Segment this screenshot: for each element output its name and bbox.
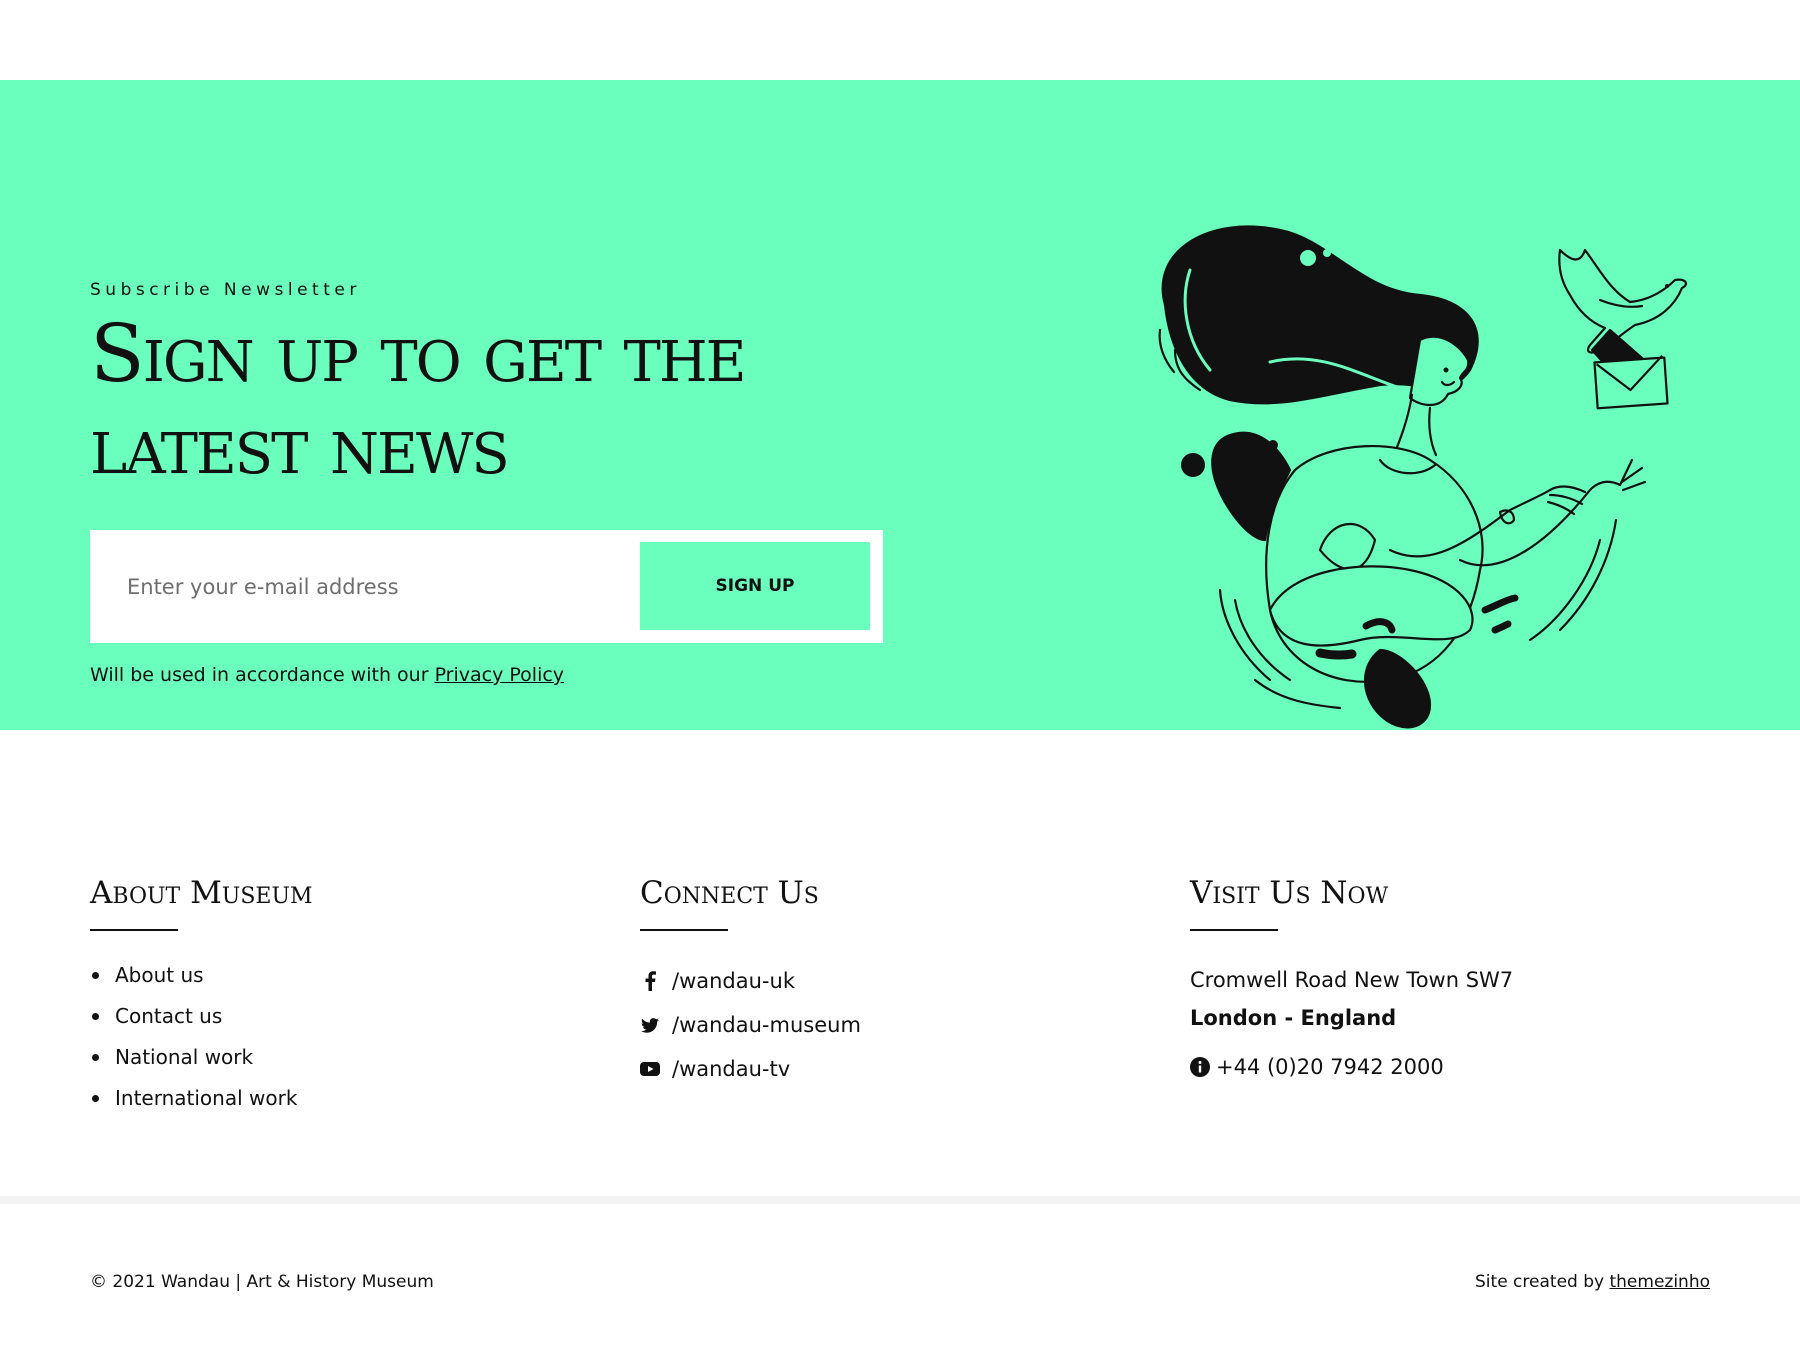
newsletter-headline: Sign up to get the latest news (90, 308, 950, 492)
twitter-link[interactable]: /wandau-museum (672, 1013, 861, 1037)
visit-title-underline (1190, 929, 1278, 931)
footer-visit-column: Visit Us Now Cromwell Road New Town SW7 … (1190, 875, 1513, 1079)
newsletter-eyebrow: Subscribe Newsletter (90, 280, 361, 300)
about-us-link[interactable]: About us (115, 963, 204, 987)
privacy-note: Will be used in accordance with our Priv… (90, 664, 564, 686)
torso (1265, 444, 1484, 683)
youtube-icon (640, 1059, 660, 1079)
about-links: About us Contact us National work Intern… (90, 961, 313, 1125)
themezinho-link[interactable]: themezinho (1609, 1272, 1710, 1292)
address-city: London - England (1190, 1006, 1397, 1030)
newsletter-illustration (1158, 225, 1688, 729)
about-link-item: International work (90, 1084, 313, 1125)
footer-divider (0, 1196, 1800, 1204)
site-credit: Site created by themezinho (1475, 1272, 1710, 1292)
about-title-underline (90, 929, 178, 931)
twitter-icon (640, 1015, 660, 1035)
about-link-item: National work (90, 1043, 313, 1084)
signup-form: SIGN UP (90, 530, 883, 643)
national-work-link[interactable]: National work (115, 1045, 253, 1069)
contact-us-link[interactable]: Contact us (115, 1004, 222, 1028)
about-link-item: About us (90, 961, 313, 1002)
social-item: /wandau-uk (640, 959, 861, 1003)
facebook-link[interactable]: /wandau-uk (672, 969, 795, 993)
headline-line-1: Sign up to get the (90, 307, 747, 400)
privacy-prefix: Will be used in accordance with our (90, 664, 435, 686)
connect-title-underline (640, 929, 728, 931)
youtube-link[interactable]: /wandau-tv (672, 1057, 790, 1081)
footer-connect-column: Connect Us /wandau-uk /wandau-museum /wa… (640, 875, 861, 1091)
footer-about-column: About Museum About us Contact us Nationa… (90, 875, 313, 1125)
newsletter-section: Subscribe Newsletter Sign up to get the … (0, 80, 1800, 730)
phone-row: +44 (0)20 7942 2000 (1190, 1055, 1513, 1079)
address-street: Cromwell Road New Town SW7 (1190, 968, 1514, 992)
social-item: /wandau-tv (640, 1047, 861, 1091)
email-input[interactable] (90, 530, 630, 643)
social-item: /wandau-museum (640, 1003, 861, 1047)
connect-title: Connect Us (640, 875, 819, 911)
signup-button[interactable]: SIGN UP (640, 542, 870, 630)
visit-title: Visit Us Now (1190, 875, 1389, 911)
social-links: /wandau-uk /wandau-museum /wandau-tv (640, 959, 861, 1091)
phone-number-link[interactable]: +44 (0)20 7942 2000 (1216, 1055, 1444, 1079)
bird-icon (1558, 248, 1688, 354)
international-work-link[interactable]: International work (115, 1086, 297, 1110)
facebook-icon (640, 971, 660, 991)
info-icon (1190, 1057, 1210, 1077)
about-link-item: Contact us (90, 1002, 313, 1043)
copyright-text: © 2021 Wandau | Art & History Museum (90, 1272, 434, 1292)
headline-line-2: latest news (90, 399, 510, 492)
envelope-icon (1590, 328, 1669, 410)
about-title: About Museum (90, 875, 313, 911)
credit-prefix: Site created by (1475, 1272, 1610, 1292)
address-block: Cromwell Road New Town SW7 London - Engl… (1190, 961, 1513, 1037)
privacy-policy-link[interactable]: Privacy Policy (435, 664, 564, 686)
